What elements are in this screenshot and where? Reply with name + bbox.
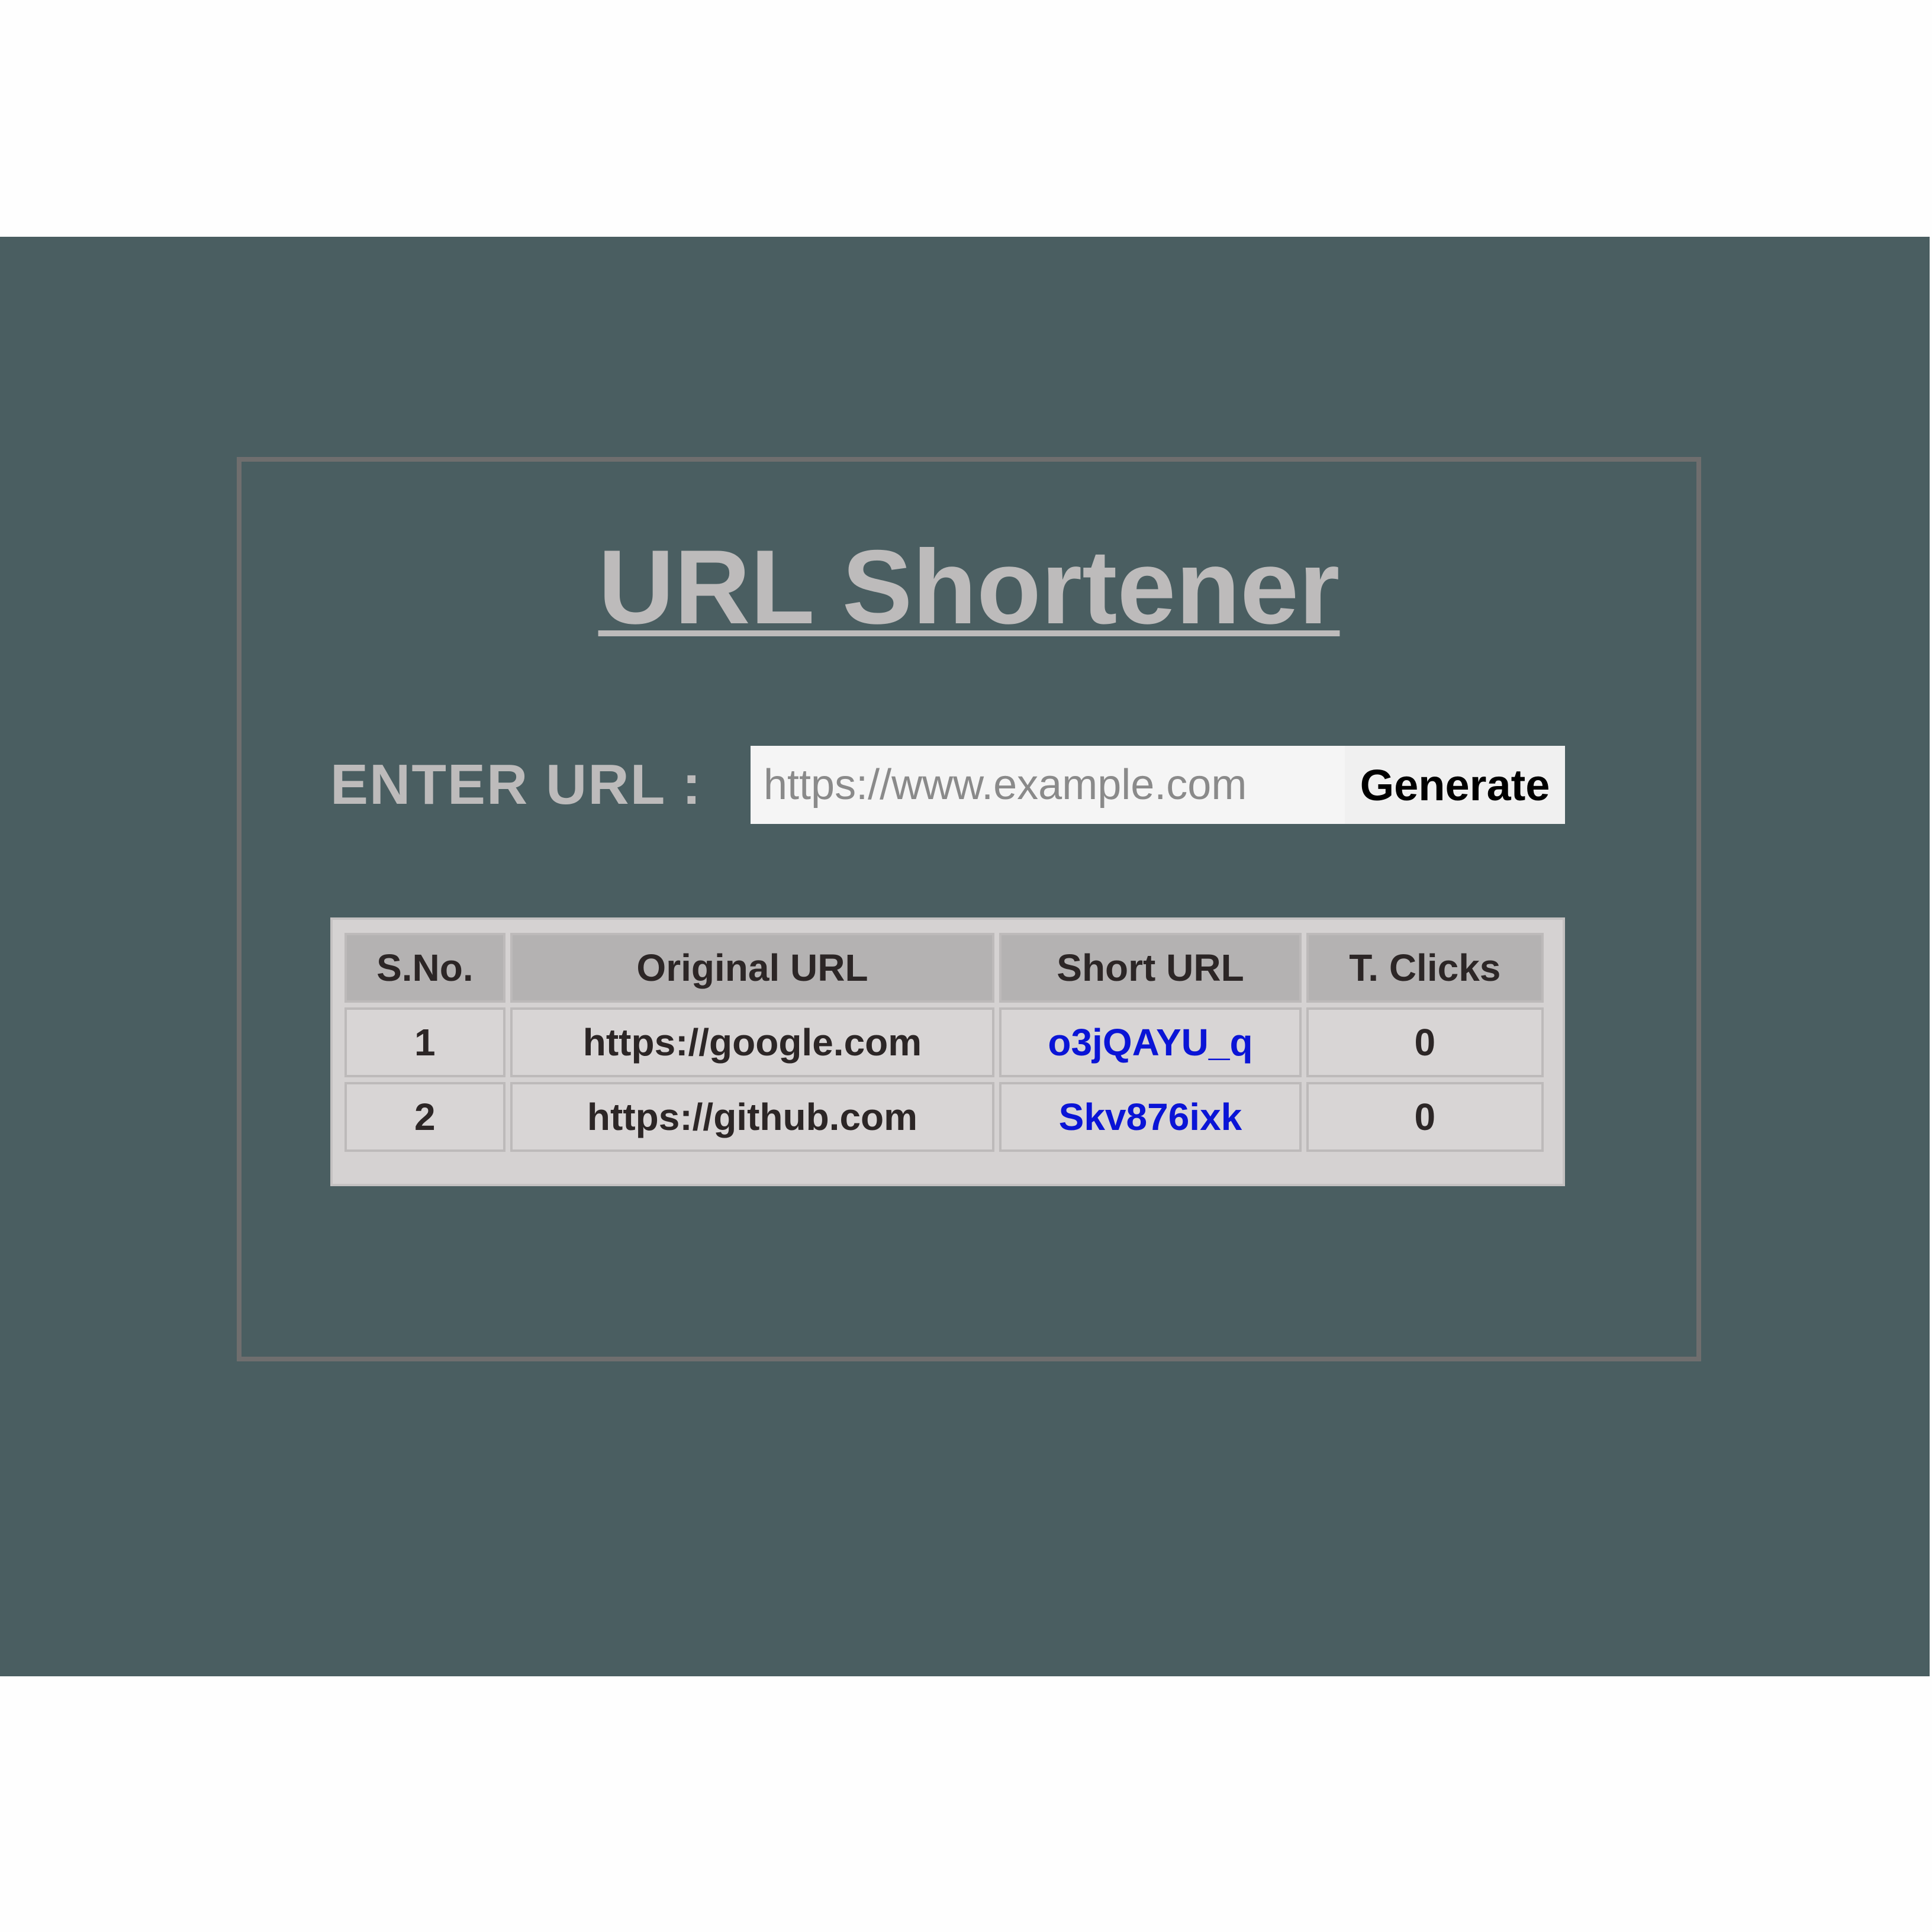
shortener-panel: URL Shortener ENTER URL : Generate S.No.… (237, 457, 1701, 1361)
table-row: 2 https://github.com Skv876ixk 0 (344, 1082, 1544, 1152)
urls-table: S.No. Original URL Short URL T. Clicks 1… (340, 928, 1548, 1157)
url-input[interactable] (751, 746, 1345, 824)
short-url-link[interactable]: Skv876ixk (1059, 1096, 1242, 1138)
table-row: 1 https://google.com o3jQAYU_q 0 (344, 1007, 1544, 1077)
generate-button[interactable]: Generate (1345, 746, 1565, 824)
cell-original-url: https://google.com (510, 1007, 995, 1077)
header-total-clicks: T. Clicks (1306, 933, 1544, 1003)
cell-clicks: 0 (1306, 1007, 1544, 1077)
cell-short-url: Skv876ixk (999, 1082, 1302, 1152)
header-sno: S.No. (344, 933, 505, 1003)
cell-clicks: 0 (1306, 1082, 1544, 1152)
app-viewport: URL Shortener ENTER URL : Generate S.No.… (0, 237, 1930, 1676)
urls-table-container: S.No. Original URL Short URL T. Clicks 1… (330, 917, 1565, 1186)
short-url-link[interactable]: o3jQAYU_q (1048, 1021, 1252, 1064)
enter-url-label: ENTER URL : (330, 753, 703, 816)
table-header-row: S.No. Original URL Short URL T. Clicks (344, 933, 1544, 1003)
page-title: URL Shortener (598, 528, 1340, 646)
cell-sno: 1 (344, 1007, 505, 1077)
cell-short-url: o3jQAYU_q (999, 1007, 1302, 1077)
header-original-url: Original URL (510, 933, 995, 1003)
cell-original-url: https://github.com (510, 1082, 995, 1152)
header-short-url: Short URL (999, 933, 1302, 1003)
cell-sno: 2 (344, 1082, 505, 1152)
